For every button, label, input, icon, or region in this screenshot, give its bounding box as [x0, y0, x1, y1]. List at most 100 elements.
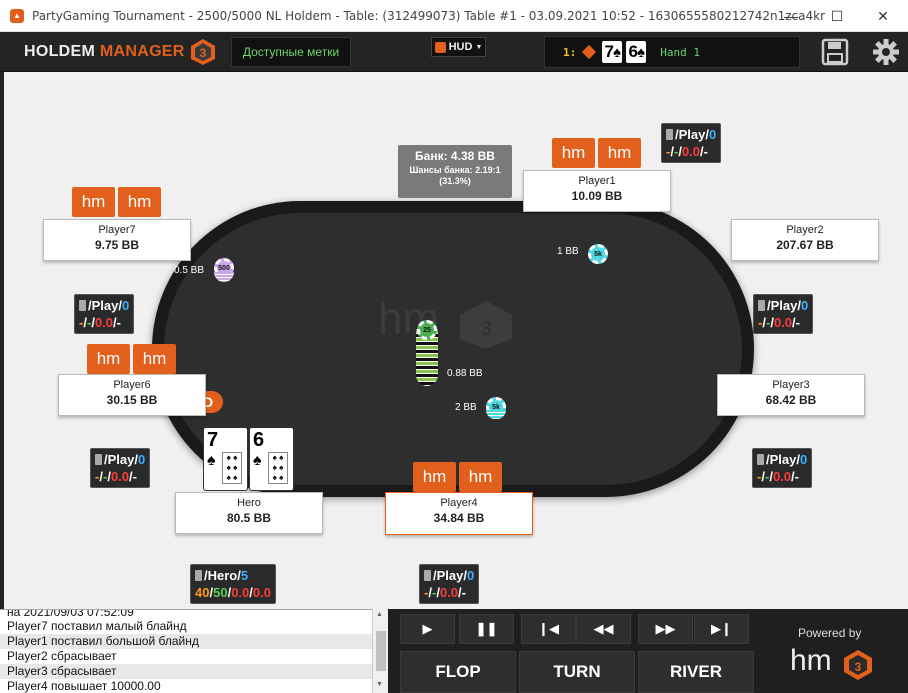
player-stack: 80.5 BB [226, 511, 272, 525]
logo-badge: 3 [199, 46, 206, 60]
hm-tag[interactable]: hm [72, 187, 115, 217]
hud-icon [758, 300, 765, 311]
log-scrollbar[interactable]: ▲ ▼ [372, 609, 388, 693]
hand-label: Hand 1 [660, 45, 700, 59]
log-line: Player7 поставил малый блайнд [7, 619, 187, 633]
save-icon[interactable] [820, 38, 850, 66]
hud-stat: 0.0 [773, 315, 793, 330]
hand-index: 1: [563, 45, 577, 59]
hud-line: /Play/0 [95, 451, 145, 468]
hm-tag[interactable]: hm [459, 462, 502, 492]
available-labels-button[interactable]: Доступные метки [231, 37, 351, 67]
hud-stat: - [703, 144, 708, 159]
left-edge [0, 72, 4, 609]
logo-accent: MANAGER [99, 43, 185, 60]
hm-notes-player7[interactable]: hm hm [72, 187, 161, 217]
bet-amount-player4: 2 BB [455, 402, 477, 413]
seat-player6[interactable]: Player6 30.15 BB [58, 374, 206, 416]
hud-stat: - [116, 315, 121, 330]
play-button[interactable]: ▶ [400, 614, 455, 644]
hm-tag[interactable]: hm [552, 138, 595, 168]
hm-notes-player1[interactable]: hm hm [552, 138, 641, 168]
card-suit: ♠ [613, 43, 621, 61]
hud-line: /Play/0 [758, 297, 808, 314]
hud-line: -/-/0.0/- [758, 314, 808, 331]
seat-player3[interactable]: Player3 68.42 BB [717, 374, 865, 416]
log-line: Player4 повышает 10000.00 [7, 679, 161, 693]
player-stack: 30.15 BB [106, 393, 158, 407]
hud-stats-hero[interactable]: /Hero/5 40/50/0.0/0.0 [190, 564, 276, 604]
hm-toolbar: HOLDEM MANAGER 3 Доступные метки HUD ▼ 1… [0, 32, 908, 72]
hud-stats-player2[interactable]: /Play/0 -/-/0.0/- [753, 294, 814, 334]
board-card: 7 ♠ [602, 41, 623, 63]
bet-amount-center: 0.88 BB [447, 368, 483, 379]
hud-dropdown-button[interactable]: HUD ▼ [431, 37, 486, 57]
pause-button[interactable]: ❚❚ [459, 614, 514, 644]
hud-icon [79, 300, 86, 311]
scroll-up-icon[interactable]: ▲ [376, 611, 383, 618]
hud-name: Play [678, 127, 706, 142]
hud-icon [757, 454, 764, 465]
flop-button[interactable]: FLOP [400, 651, 516, 693]
rewind-button[interactable]: ◀◀ [576, 614, 631, 644]
river-button[interactable]: RIVER [638, 651, 754, 693]
title-bar: ▲ PartyGaming Tournament - 2500/5000 NL … [0, 0, 908, 32]
scroll-thumb[interactable] [376, 631, 386, 671]
hm-tag[interactable]: hm [133, 344, 176, 374]
chip-label: 5k [594, 250, 602, 258]
card-rank: 7 [604, 42, 615, 61]
hud-hands: 0 [709, 127, 717, 142]
hud-stats-player6[interactable]: /Play/0 -/-/0.0/- [90, 448, 151, 488]
close-button[interactable]: ✕ [860, 0, 906, 32]
hud-line: -/-/0.0/- [666, 143, 716, 160]
maximize-button[interactable]: ☐ [814, 0, 860, 32]
hud-stats-player7[interactable]: /Play/0 -/-/0.0/- [74, 294, 135, 334]
hm-notes-player4[interactable]: hm hm [413, 462, 502, 492]
hud-stats-player4[interactable]: /Play/0 -/-/0.0/- [419, 564, 480, 604]
last-step-button[interactable]: ▶❙ [694, 614, 749, 644]
svg-text:hm: hm [790, 644, 832, 677]
hud-icon [424, 570, 431, 581]
turn-button[interactable]: TURN [519, 651, 635, 693]
hand-history-log[interactable]: на 2021/09/03 07:52:09 Player7 поставил … [0, 609, 388, 693]
seat-player4[interactable]: Player4 34.84 BB [385, 492, 533, 535]
hud-stats-player1[interactable]: /Play/0 -/-/0.0/- [661, 123, 722, 163]
svg-text:3: 3 [480, 318, 491, 340]
hud-hands: 0 [122, 298, 130, 313]
hero-card: 7 ♠ ♠ ♠ ♠ ♠ ♠ ♠ [203, 427, 248, 491]
player-name: Player6 [113, 379, 151, 391]
hud-stat: 50 [213, 585, 228, 600]
seat-player2[interactable]: Player2 207.67 BB [731, 219, 879, 261]
bet-amount-player7: 0.5 BB [174, 265, 205, 276]
seat-player7[interactable]: Player7 9.75 BB [43, 219, 191, 261]
hud-stat: 40 [195, 585, 210, 600]
card-rank: 6 [253, 429, 265, 451]
player-name: Player4 [440, 497, 478, 509]
hm-tag[interactable]: hm [87, 344, 130, 374]
hud-icon [95, 454, 102, 465]
scroll-down-icon[interactable]: ▼ [376, 681, 383, 688]
skip-forward-icon: ▶❙ [711, 621, 732, 636]
hud-stat: - [795, 315, 800, 330]
hm-notes-player6[interactable]: hm hm [87, 344, 176, 374]
seat-player1[interactable]: Player1 10.09 BB [523, 170, 671, 212]
fast-forward-button[interactable]: ▶▶ [638, 614, 693, 644]
pause-icon: ❚❚ [475, 621, 498, 636]
minimize-button[interactable]: — [768, 0, 814, 32]
first-step-button[interactable]: ❙◀ [521, 614, 576, 644]
player-stack: 68.42 BB [765, 393, 817, 407]
hm3-hex-icon: 3 [190, 39, 215, 65]
seat-hero[interactable]: Hero 80.5 BB [175, 492, 323, 534]
holdem-manager-logo: HOLDEM MANAGER 3 [24, 39, 217, 65]
card-pips: ♠ ♠ ♠ ♠ ♠ ♠ [268, 452, 288, 484]
hud-stat: - [132, 469, 137, 484]
hm-tag[interactable]: hm [118, 187, 161, 217]
hud-stats-player3[interactable]: /Play/0 -/-/0.0/- [752, 448, 813, 488]
hud-stat: - [794, 469, 799, 484]
hero-card: 6 ♠ ♠ ♠ ♠ ♠ ♠ ♠ [249, 427, 294, 491]
hand-selector[interactable]: 1: 7 ♠ 6 ♠ Hand 1 [544, 36, 800, 68]
hud-line: /Play/0 [757, 451, 807, 468]
hm-tag[interactable]: hm [598, 138, 641, 168]
hm-tag[interactable]: hm [413, 462, 456, 492]
gear-icon[interactable] [871, 38, 901, 66]
